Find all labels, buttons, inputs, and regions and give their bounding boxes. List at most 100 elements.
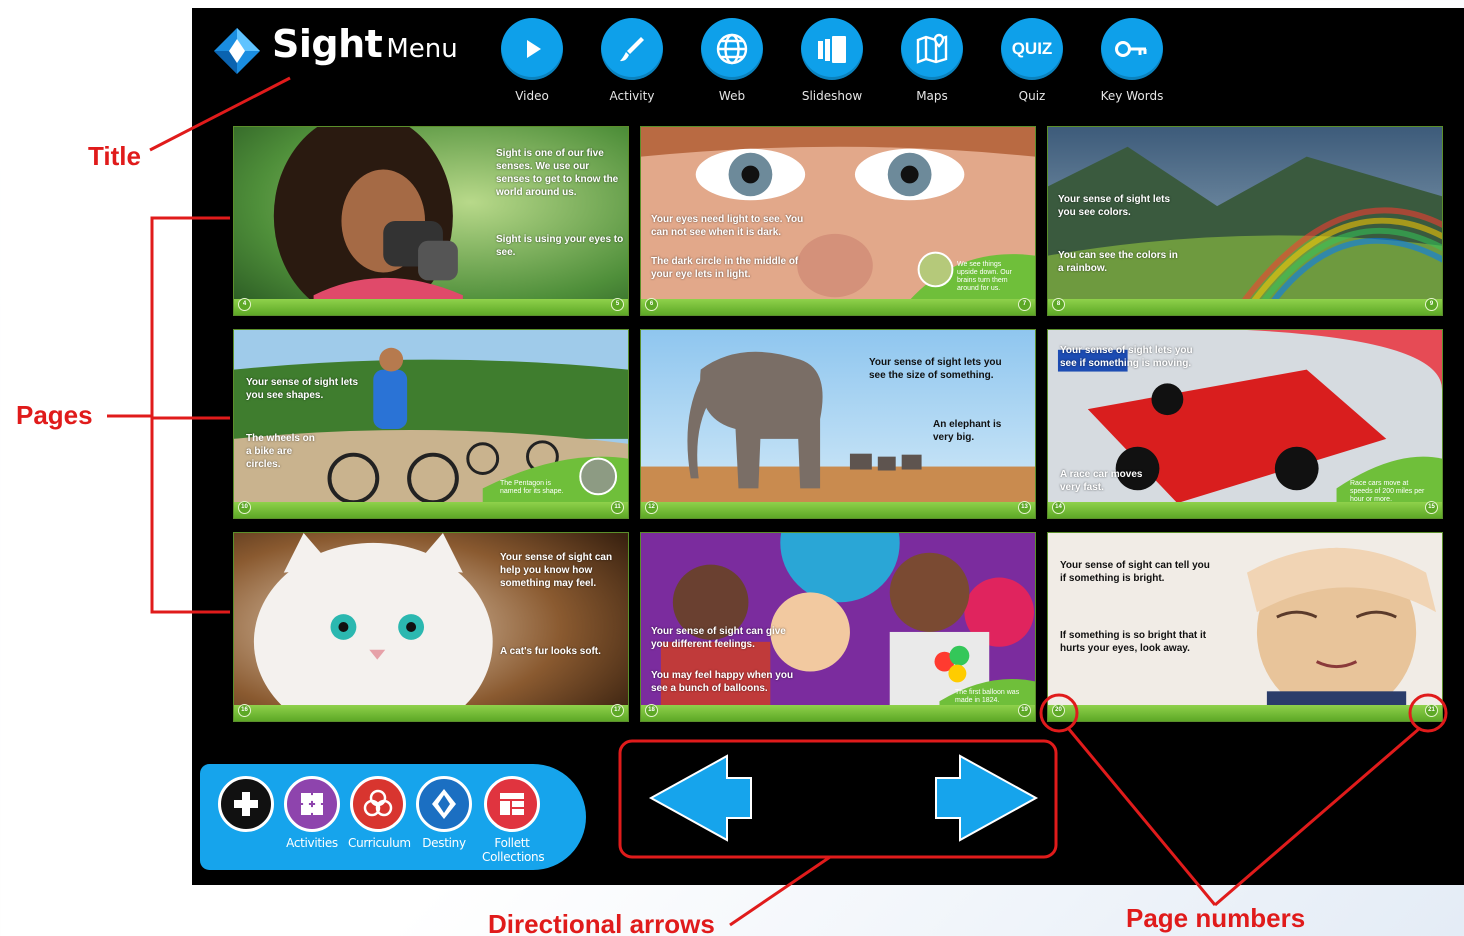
- slideshow-icon: [818, 36, 846, 63]
- page-side-note: The Pentagon is named for its shape.: [500, 480, 564, 495]
- map-icon: [916, 33, 948, 64]
- web-button[interactable]: Web: [692, 18, 772, 103]
- key-words-button[interactable]: Key Words: [1092, 18, 1172, 103]
- page-text: Your eyes need light to see. You can not…: [651, 214, 804, 238]
- slideshow-button[interactable]: Slideshow: [792, 18, 872, 103]
- page-thumbnail[interactable]: Your sense of sight lets you see the siz…: [640, 329, 1036, 519]
- page-side-note: The first balloon was made in 1824.: [955, 689, 1020, 704]
- page-text: Your sense of sight lets you see shapes.: [246, 377, 359, 401]
- next-page-arrow-icon[interactable]: [932, 754, 1040, 842]
- title-sub: Menu: [386, 34, 458, 64]
- page-number-right: 21: [1425, 704, 1438, 717]
- page-text: Your sense of sight can give you differe…: [651, 626, 786, 650]
- destiny-icon: [432, 789, 456, 819]
- page-thumbnail[interactable]: Your sense of sight can give you differe…: [640, 532, 1036, 722]
- add-button[interactable]: [216, 776, 276, 832]
- quiz-label: Quiz: [1018, 89, 1046, 103]
- destiny-label: Destiny: [422, 836, 466, 850]
- page-number-left: 6: [645, 298, 658, 311]
- activities-button[interactable]: Activities: [282, 776, 342, 850]
- page-number-right: 7: [1018, 298, 1031, 311]
- page-number-left: 12: [645, 501, 658, 514]
- curriculum-button[interactable]: Curriculum: [348, 776, 411, 850]
- quiz-icon: QUIZ: [1011, 39, 1053, 58]
- globe-icon: [716, 33, 748, 65]
- slideshow-label: Slideshow: [801, 89, 863, 103]
- page-number-left: 16: [238, 704, 251, 717]
- destiny-button[interactable]: Destiny: [414, 776, 474, 850]
- activity-label: Activity: [609, 89, 655, 103]
- collections-icon: [500, 793, 524, 815]
- annotation-pages: Pages: [16, 400, 93, 430]
- page-thumbnail[interactable]: Your sense of sight lets you see if some…: [1047, 329, 1443, 519]
- page-text: An elephant is very big.: [933, 419, 1002, 443]
- page-text: Your sense of sight can help you know ho…: [500, 552, 613, 589]
- maps-button[interactable]: Maps: [892, 18, 972, 103]
- page-thumbnail[interactable]: Your sense of sight lets you see shapes.…: [233, 329, 629, 519]
- curriculum-icon: [363, 789, 393, 817]
- page-text: Your sense of sight lets you see if some…: [1060, 345, 1193, 369]
- page-thumbnail[interactable]: Your sense of sight can help you know ho…: [233, 532, 629, 722]
- puzzle-icon: [301, 793, 323, 815]
- page-number-right: 17: [611, 704, 624, 717]
- page-number-left: 10: [238, 501, 251, 514]
- page-footer-strip: [1048, 502, 1442, 518]
- page-footer-strip: [641, 705, 1035, 721]
- page-text: You may feel happy when you see a bunch …: [651, 670, 794, 694]
- page-text: Sight is using your eyes to see.: [496, 234, 624, 258]
- video-label: Video: [515, 89, 549, 103]
- page-side-note: Race cars move at speeds of 200 miles pe…: [1350, 480, 1425, 503]
- quick-links-panel: Activities Curriculum Destiny Follett Co…: [200, 764, 586, 870]
- annotation-page-numbers: Page numbers: [1126, 903, 1306, 933]
- activity-button[interactable]: Activity: [592, 18, 672, 103]
- page-number-right: 19: [1018, 704, 1031, 717]
- page-number-right: 5: [611, 298, 624, 311]
- page-text: You can see the colors in a rainbow.: [1058, 250, 1178, 274]
- page-thumbnail[interactable]: Your sense of sight lets you see colors.…: [1047, 126, 1443, 316]
- page-text: Your sense of sight can tell you if some…: [1060, 560, 1210, 584]
- page-text: Your sense of sight lets you see colors.: [1058, 194, 1171, 218]
- page-thumbnail[interactable]: Your sense of sight can tell you if some…: [1047, 532, 1443, 722]
- plus-icon: [234, 792, 258, 816]
- page-number-right: 15: [1425, 501, 1438, 514]
- page-text: A cat's fur looks soft.: [500, 646, 601, 657]
- page-number-right: 11: [611, 501, 624, 514]
- page-number-left: 20: [1052, 704, 1065, 717]
- page-footer-strip: [641, 502, 1035, 518]
- key-words-label: Key Words: [1100, 89, 1164, 103]
- title-main: Sight: [272, 22, 383, 66]
- page-text: A race car moves very fast.: [1060, 469, 1143, 493]
- maps-label: Maps: [916, 89, 948, 103]
- sight-logo-icon: [212, 26, 262, 76]
- follett-collections-label: Follett Collections: [482, 836, 545, 864]
- page-number-left: 14: [1052, 501, 1065, 514]
- play-icon: [527, 40, 541, 58]
- page-text: Your sense of sight lets you see the siz…: [869, 357, 1002, 381]
- page-image: [1048, 127, 1442, 315]
- page-number-left: 4: [238, 298, 251, 311]
- page-thumbnail[interactable]: Your eyes need light to see. You can not…: [640, 126, 1036, 316]
- app-window: Sight Menu Video Activity Web Slideshow M…: [192, 8, 1464, 885]
- page-number-left: 8: [1052, 298, 1065, 311]
- page-text: The wheels on a bike are circles.: [246, 433, 315, 470]
- follett-collections-button[interactable]: Follett Collections: [482, 776, 545, 864]
- activities-label: Activities: [286, 836, 338, 850]
- video-button[interactable]: Video: [492, 18, 572, 103]
- web-label: Web: [718, 89, 746, 103]
- quiz-button[interactable]: QUIZ Quiz: [992, 18, 1072, 103]
- page-number-left: 18: [645, 704, 658, 717]
- previous-page-arrow-icon[interactable]: [647, 754, 755, 842]
- brush-icon: [620, 37, 644, 62]
- page-footer-strip: [234, 705, 628, 721]
- page-number-right: 9: [1425, 298, 1438, 311]
- page-title: Sight Menu: [272, 22, 458, 66]
- page-footer-strip: [641, 299, 1035, 315]
- annotation-title: Title: [88, 141, 141, 171]
- page-thumbnail[interactable]: Sight is one of our five senses. We use …: [233, 126, 629, 316]
- page-text: Sight is one of our five senses. We use …: [496, 148, 619, 198]
- annotation-directional-arrows: Directional arrows: [488, 909, 715, 936]
- page-footer-strip: [1048, 705, 1442, 721]
- page-footer-strip: [234, 502, 628, 518]
- page-footer-strip: [1048, 299, 1442, 315]
- page-number-right: 13: [1018, 501, 1031, 514]
